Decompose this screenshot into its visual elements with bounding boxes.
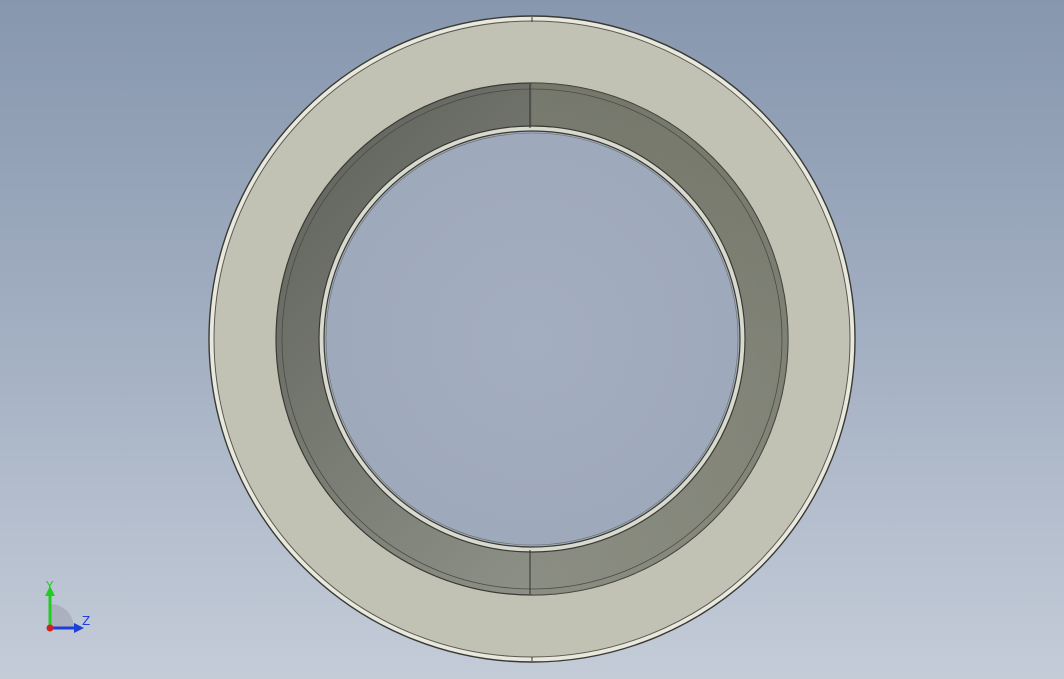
z-axis-label: Z: [82, 614, 91, 628]
y-axis-label: Y: [46, 579, 54, 593]
origin-dot-icon: [46, 624, 54, 632]
bearing-ring-model[interactable]: [0, 0, 1064, 679]
graphics-viewport[interactable]: Y Z: [0, 0, 1064, 679]
triad-plane-icon: [50, 604, 74, 628]
